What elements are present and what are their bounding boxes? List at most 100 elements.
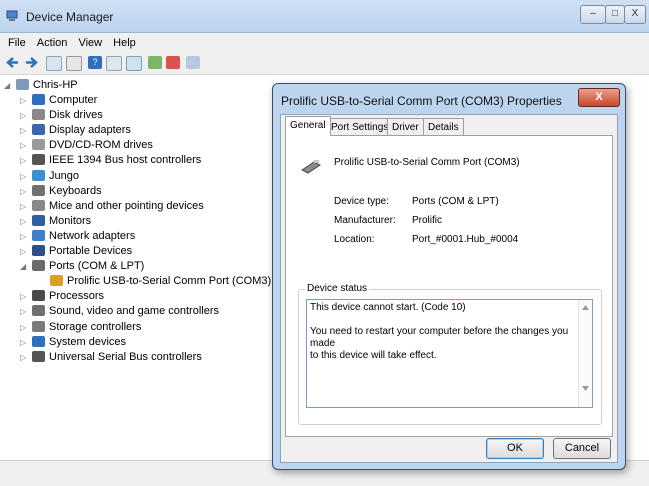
menu-action[interactable]: Action bbox=[37, 33, 68, 53]
device-type-value: Ports (COM & LPT) bbox=[412, 196, 499, 207]
tree-category-item[interactable]: ▷ Network adapters bbox=[20, 229, 135, 243]
manufacturer-label: Manufacturer: bbox=[334, 215, 396, 226]
tree-category-item[interactable]: ▷ DVD/CD-ROM drives bbox=[20, 138, 153, 152]
scan-hardware-icon[interactable] bbox=[126, 56, 142, 71]
device-status-textbox[interactable]: This device cannot start. (Code 10) You … bbox=[306, 299, 593, 408]
properties-icon[interactable] bbox=[66, 56, 82, 71]
expand-arrow-icon[interactable]: ▷ bbox=[20, 321, 29, 335]
expand-arrow-icon[interactable]: ▷ bbox=[20, 351, 29, 365]
dialog-close-button[interactable]: X bbox=[578, 88, 620, 107]
expand-arrow-icon[interactable]: ▷ bbox=[20, 336, 29, 350]
location-value: Port_#0001.Hub_#0004 bbox=[412, 234, 519, 245]
tree-category-item[interactable]: ▷ Monitors bbox=[20, 214, 91, 228]
show-hide-console-tree-icon[interactable] bbox=[46, 56, 62, 71]
tree-category-item[interactable]: ▷ Processors bbox=[20, 289, 104, 303]
expand-arrow-icon[interactable]: ▷ bbox=[20, 290, 29, 304]
expand-arrow-icon[interactable]: ▷ bbox=[20, 154, 29, 168]
sound-icon bbox=[32, 305, 45, 317]
expand-arrow-icon[interactable]: ▷ bbox=[20, 185, 29, 199]
tree-item-label: Mice and other pointing devices bbox=[49, 199, 204, 212]
menu-file[interactable]: File bbox=[8, 33, 26, 53]
keyboard-icon bbox=[32, 184, 45, 196]
tree-category-item[interactable]: ▷ Disk drives bbox=[20, 108, 103, 122]
menu-help[interactable]: Help bbox=[113, 33, 136, 53]
expand-arrow-icon[interactable]: ▷ bbox=[20, 94, 29, 108]
update-driver-icon[interactable] bbox=[148, 56, 162, 69]
tree-category-item[interactable]: ▷ System devices bbox=[20, 335, 126, 349]
window-title: Device Manager bbox=[26, 10, 114, 24]
close-window-button[interactable]: X bbox=[624, 5, 646, 24]
disk-drive-icon bbox=[32, 109, 45, 121]
toolbar: ? bbox=[0, 53, 649, 75]
device-manager-icon bbox=[6, 10, 18, 21]
cancel-button[interactable]: Cancel bbox=[553, 438, 611, 459]
scroll-up-icon[interactable] bbox=[582, 305, 589, 310]
dvd-drive-icon bbox=[32, 139, 45, 151]
tree-item-label: Storage controllers bbox=[49, 320, 142, 333]
tree-item-label: Computer bbox=[49, 94, 98, 106]
maximize-button[interactable]: □ bbox=[605, 5, 625, 24]
title-bar: Device Manager – □ X bbox=[0, 0, 649, 33]
tab-port-settings[interactable]: Port Settings bbox=[326, 118, 394, 136]
tab-driver[interactable]: Driver bbox=[387, 118, 424, 136]
processor-icon bbox=[32, 290, 45, 302]
device-status-text: This device cannot start. (Code 10) You … bbox=[310, 302, 569, 361]
tree-item-label: IEEE 1394 Bus host controllers bbox=[49, 154, 202, 167]
tree-category-item[interactable]: ▷ Storage controllers bbox=[20, 320, 141, 334]
tree-category-item[interactable]: ▷ Computer bbox=[20, 93, 97, 107]
tab-general[interactable]: General bbox=[285, 116, 331, 136]
tree-category-item[interactable]: ▷ Jungo bbox=[20, 169, 79, 183]
status-scrollbar[interactable] bbox=[578, 300, 592, 407]
tree-root[interactable]: ◢ Chris-HP bbox=[4, 78, 78, 92]
device-status-group: Device status This device cannot start. … bbox=[298, 283, 602, 425]
uninstall-icon[interactable] bbox=[166, 56, 180, 69]
tree-item-label: Universal Serial Bus controllers bbox=[49, 350, 202, 363]
tree-category-item[interactable]: ◢ Ports (COM & LPT) bbox=[20, 259, 144, 273]
manufacturer-value: Prolific bbox=[412, 215, 443, 226]
minimize-button[interactable]: – bbox=[580, 5, 606, 24]
ok-button[interactable]: OK bbox=[486, 438, 544, 459]
tree-item-label: Jungo bbox=[49, 169, 79, 182]
expand-arrow-icon[interactable]: ▷ bbox=[20, 305, 29, 319]
forward-icon[interactable] bbox=[24, 56, 38, 69]
tree-item-label: Portable Devices bbox=[49, 245, 133, 257]
ieee1394-icon bbox=[32, 154, 45, 166]
tree-category-item[interactable]: ▷ Universal Serial Bus controllers bbox=[20, 350, 202, 364]
help-icon[interactable]: ? bbox=[88, 56, 102, 69]
expand-arrow-icon[interactable]: ▷ bbox=[20, 139, 29, 153]
tree-root-label: Chris-HP bbox=[33, 79, 78, 91]
expand-arrow-icon[interactable]: ▷ bbox=[20, 200, 29, 214]
device-name: Prolific USB-to-Serial Comm Port (COM3) bbox=[334, 157, 520, 168]
tree-category-item[interactable]: ▷ Keyboards bbox=[20, 184, 102, 198]
tree-child-item[interactable]: Prolific USB-to-Serial Comm Port (COM3) bbox=[38, 274, 271, 288]
tree-item-label: Processors bbox=[49, 290, 105, 303]
tree-category-item[interactable]: ▷ Sound, video and game controllers bbox=[20, 304, 219, 318]
general-tab-page: Prolific USB-to-Serial Comm Port (COM3) … bbox=[285, 135, 613, 437]
mouse-icon bbox=[32, 199, 45, 211]
tree-category-item[interactable]: ▷ IEEE 1394 Bus host controllers bbox=[20, 153, 201, 167]
tree-category-item[interactable]: ▷ Portable Devices bbox=[20, 244, 132, 258]
expand-arrow-icon[interactable]: ▷ bbox=[20, 215, 29, 229]
tree-item-label: Ports (COM & LPT) bbox=[49, 260, 145, 273]
back-icon[interactable] bbox=[6, 56, 20, 69]
scroll-down-icon[interactable] bbox=[582, 386, 589, 391]
expand-arrow-icon[interactable]: ▷ bbox=[20, 245, 29, 259]
dialog-title: Prolific USB-to-Serial Comm Port (COM3) … bbox=[281, 94, 562, 108]
console-view-icon[interactable] bbox=[106, 56, 122, 71]
collapse-arrow-icon[interactable]: ◢ bbox=[20, 260, 29, 274]
collapse-arrow-icon[interactable]: ◢ bbox=[4, 79, 13, 93]
tree-category-item[interactable]: ▷ Display adapters bbox=[20, 123, 131, 137]
menu-view[interactable]: View bbox=[78, 33, 102, 53]
location-label: Location: bbox=[334, 234, 375, 245]
tree-item-label: Prolific USB-to-Serial Comm Port (COM3) bbox=[67, 275, 272, 288]
expand-arrow-icon[interactable]: ▷ bbox=[20, 230, 29, 244]
expand-arrow-icon[interactable]: ▷ bbox=[20, 170, 29, 184]
tree-item-label: Disk drives bbox=[49, 109, 103, 122]
tree-category-item[interactable]: ▷ Mice and other pointing devices bbox=[20, 199, 204, 213]
enable-device-icon[interactable] bbox=[186, 56, 200, 69]
expand-arrow-icon[interactable]: ▷ bbox=[20, 124, 29, 138]
device-type-label: Device type: bbox=[334, 196, 390, 207]
tree-item-label: Sound, video and game controllers bbox=[49, 305, 219, 318]
expand-arrow-icon[interactable]: ▷ bbox=[20, 109, 29, 123]
tab-details[interactable]: Details bbox=[423, 118, 464, 136]
